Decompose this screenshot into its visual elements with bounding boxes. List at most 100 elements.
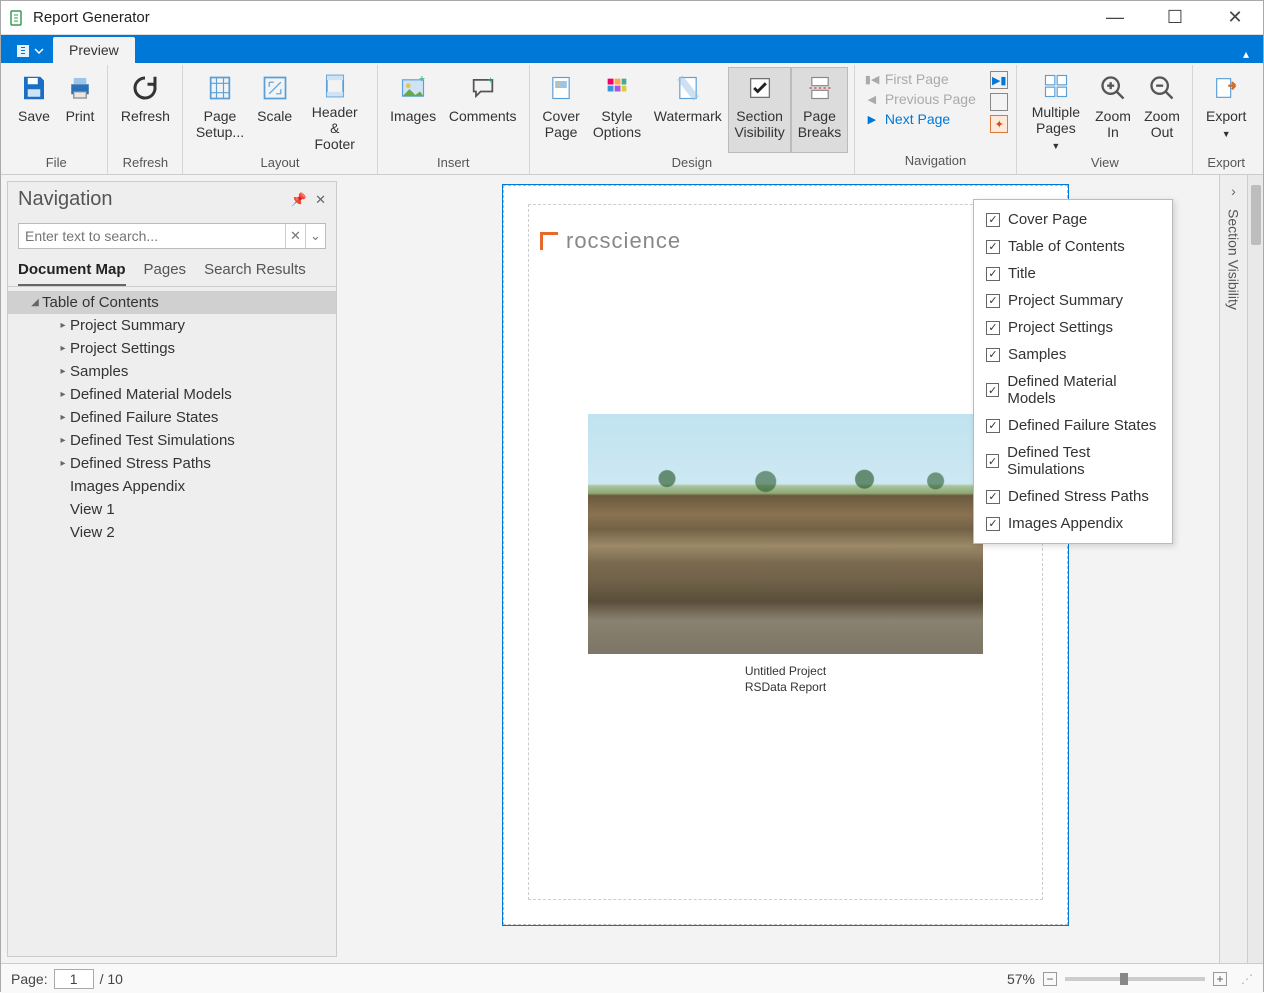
section-visibility-button[interactable]: Section Visibility: [728, 67, 791, 153]
pin-icon[interactable]: 📌: [291, 192, 307, 208]
print-button[interactable]: Print: [57, 67, 103, 153]
section-visibility-collapsed-pane[interactable]: › Section Visibility: [1219, 175, 1247, 963]
checkbox-icon[interactable]: ✓: [986, 419, 1000, 433]
close-button[interactable]: ✕: [1215, 7, 1255, 28]
visibility-item[interactable]: ✓ Defined Test Simulations: [978, 439, 1168, 483]
visibility-item[interactable]: ✓Defined Stress Paths: [978, 483, 1168, 510]
zoom-slider[interactable]: [1065, 977, 1205, 981]
app-menu-button[interactable]: [7, 39, 53, 63]
header-footer-icon: [319, 72, 351, 100]
print-icon: [64, 72, 96, 104]
header-footer-button[interactable]: Header & Footer: [299, 67, 371, 153]
checkbox-icon[interactable]: ✓: [986, 348, 1000, 362]
group-label-insert: Insert: [384, 153, 523, 174]
tree-item[interactable]: ▸Defined Stress Paths: [8, 452, 336, 475]
search-input[interactable]: [19, 228, 285, 244]
tree-item[interactable]: ▸Samples: [8, 360, 336, 383]
checkbox-icon[interactable]: ✓: [986, 294, 1000, 308]
checkbox-icon[interactable]: ✓: [986, 490, 1000, 504]
previous-page-link: ◀Previous Page: [865, 91, 984, 107]
tab-pages[interactable]: Pages: [144, 261, 187, 286]
tab-preview[interactable]: Preview: [53, 37, 135, 63]
tree-item-label: Defined Stress Paths: [70, 455, 211, 472]
export-button[interactable]: Export▼: [1199, 67, 1253, 153]
tree-item[interactable]: Images Appendix: [8, 475, 336, 498]
zoom-out-button[interactable]: Zoom Out: [1137, 67, 1186, 153]
tab-search-results[interactable]: Search Results: [204, 261, 306, 286]
zoom-minus-button[interactable]: −: [1043, 972, 1057, 986]
expand-icon[interactable]: ▸: [56, 412, 70, 423]
tree-item[interactable]: ▸Defined Material Models: [8, 383, 336, 406]
visibility-item-label: Defined Material Models: [1007, 373, 1160, 407]
images-button[interactable]: + Images: [384, 67, 443, 153]
expand-icon[interactable]: ▸: [56, 320, 70, 331]
page-setup-button[interactable]: Page Setup...: [189, 67, 250, 153]
nav-compass-button[interactable]: ✦: [990, 115, 1008, 133]
visibility-item-label: Cover Page: [1008, 211, 1087, 228]
checkbox-icon[interactable]: ✓: [986, 321, 1000, 335]
close-panel-icon[interactable]: ✕: [315, 192, 326, 208]
visibility-item[interactable]: ✓Table of Contents: [978, 233, 1168, 260]
visibility-item[interactable]: ✓Project Summary: [978, 287, 1168, 314]
watermark-button[interactable]: Watermark: [648, 67, 728, 153]
zoom-in-icon: [1097, 72, 1129, 104]
checkbox-icon[interactable]: ✓: [986, 267, 1000, 281]
visibility-item[interactable]: ✓Defined Failure States: [978, 412, 1168, 439]
expand-pane-icon[interactable]: ›: [1231, 183, 1236, 199]
vertical-scrollbar[interactable]: [1247, 175, 1263, 963]
next-page-link[interactable]: ▶Next Page: [865, 111, 984, 127]
tree-item[interactable]: View 2: [8, 521, 336, 544]
checkbox-icon[interactable]: ✓: [986, 517, 1000, 531]
expand-icon[interactable]: ▸: [56, 366, 70, 377]
refresh-button[interactable]: Refresh: [114, 67, 176, 153]
visibility-item[interactable]: ✓Title: [978, 260, 1168, 287]
zoom-in-button[interactable]: Zoom In: [1089, 67, 1138, 153]
tab-document-map[interactable]: Document Map: [18, 261, 126, 286]
resize-grip-icon[interactable]: ⋰: [1241, 972, 1253, 986]
comments-button[interactable]: + Comments: [443, 67, 523, 153]
group-label-navigation: Navigation: [861, 151, 1010, 172]
tree-item[interactable]: ▸Defined Test Simulations: [8, 429, 336, 452]
visibility-item[interactable]: ✓ Cover Page: [978, 206, 1168, 233]
search-dropdown-icon[interactable]: ⌄: [305, 224, 325, 248]
scale-button[interactable]: Scale: [251, 67, 299, 153]
tree-item[interactable]: View 1: [8, 498, 336, 521]
first-page-link: ▮◀First Page: [865, 71, 984, 87]
checkbox-icon[interactable]: ✓: [986, 240, 1000, 254]
multiple-pages-button[interactable]: Multiple Pages ▼: [1023, 67, 1088, 153]
visibility-item[interactable]: ✓ Images Appendix: [978, 510, 1168, 537]
style-options-button[interactable]: Style Options: [586, 67, 647, 153]
maximize-button[interactable]: ☐: [1155, 7, 1195, 28]
page-number-input[interactable]: 1: [54, 969, 94, 989]
visibility-item-label: Images Appendix: [1008, 515, 1123, 532]
tree-item[interactable]: ◢Table of Contents: [8, 291, 336, 314]
checkbox-icon[interactable]: ✓: [986, 454, 999, 468]
preview-canvas[interactable]: rocscience Untitled Project RSData Repor…: [343, 175, 1219, 963]
clear-search-icon[interactable]: ✕: [285, 224, 305, 248]
checkbox-icon[interactable]: ✓: [986, 213, 1000, 227]
nav-slot-button[interactable]: [990, 93, 1008, 111]
collapse-ribbon-icon[interactable]: ▴: [1235, 45, 1257, 63]
page-breaks-icon: [804, 72, 836, 104]
last-page-button[interactable]: ▶▮: [990, 71, 1008, 89]
minimize-button[interactable]: —: [1095, 7, 1135, 28]
visibility-item-label: Defined Test Simulations: [1007, 444, 1160, 478]
checkbox-icon[interactable]: ✓: [986, 383, 999, 397]
page-breaks-button[interactable]: Page Breaks: [791, 67, 848, 153]
expand-icon[interactable]: ▸: [56, 435, 70, 446]
cover-page-button[interactable]: Cover Page: [536, 67, 587, 153]
nav-panel-title: Navigation: [18, 188, 113, 211]
tree-item-label: Defined Test Simulations: [70, 432, 235, 449]
save-button[interactable]: Save: [11, 67, 57, 153]
zoom-plus-button[interactable]: +: [1213, 972, 1227, 986]
expand-icon[interactable]: ▸: [56, 389, 70, 400]
expand-icon[interactable]: ▸: [56, 458, 70, 469]
visibility-item[interactable]: ✓Samples: [978, 341, 1168, 368]
tree-item[interactable]: ▸Project Settings: [8, 337, 336, 360]
tree-item[interactable]: ▸Project Summary: [8, 314, 336, 337]
visibility-item[interactable]: ✓ Defined Material Models: [978, 368, 1168, 412]
tree-item[interactable]: ▸Defined Failure States: [8, 406, 336, 429]
collapse-icon[interactable]: ◢: [28, 297, 42, 308]
expand-icon[interactable]: ▸: [56, 343, 70, 354]
visibility-item[interactable]: ✓Project Settings: [978, 314, 1168, 341]
